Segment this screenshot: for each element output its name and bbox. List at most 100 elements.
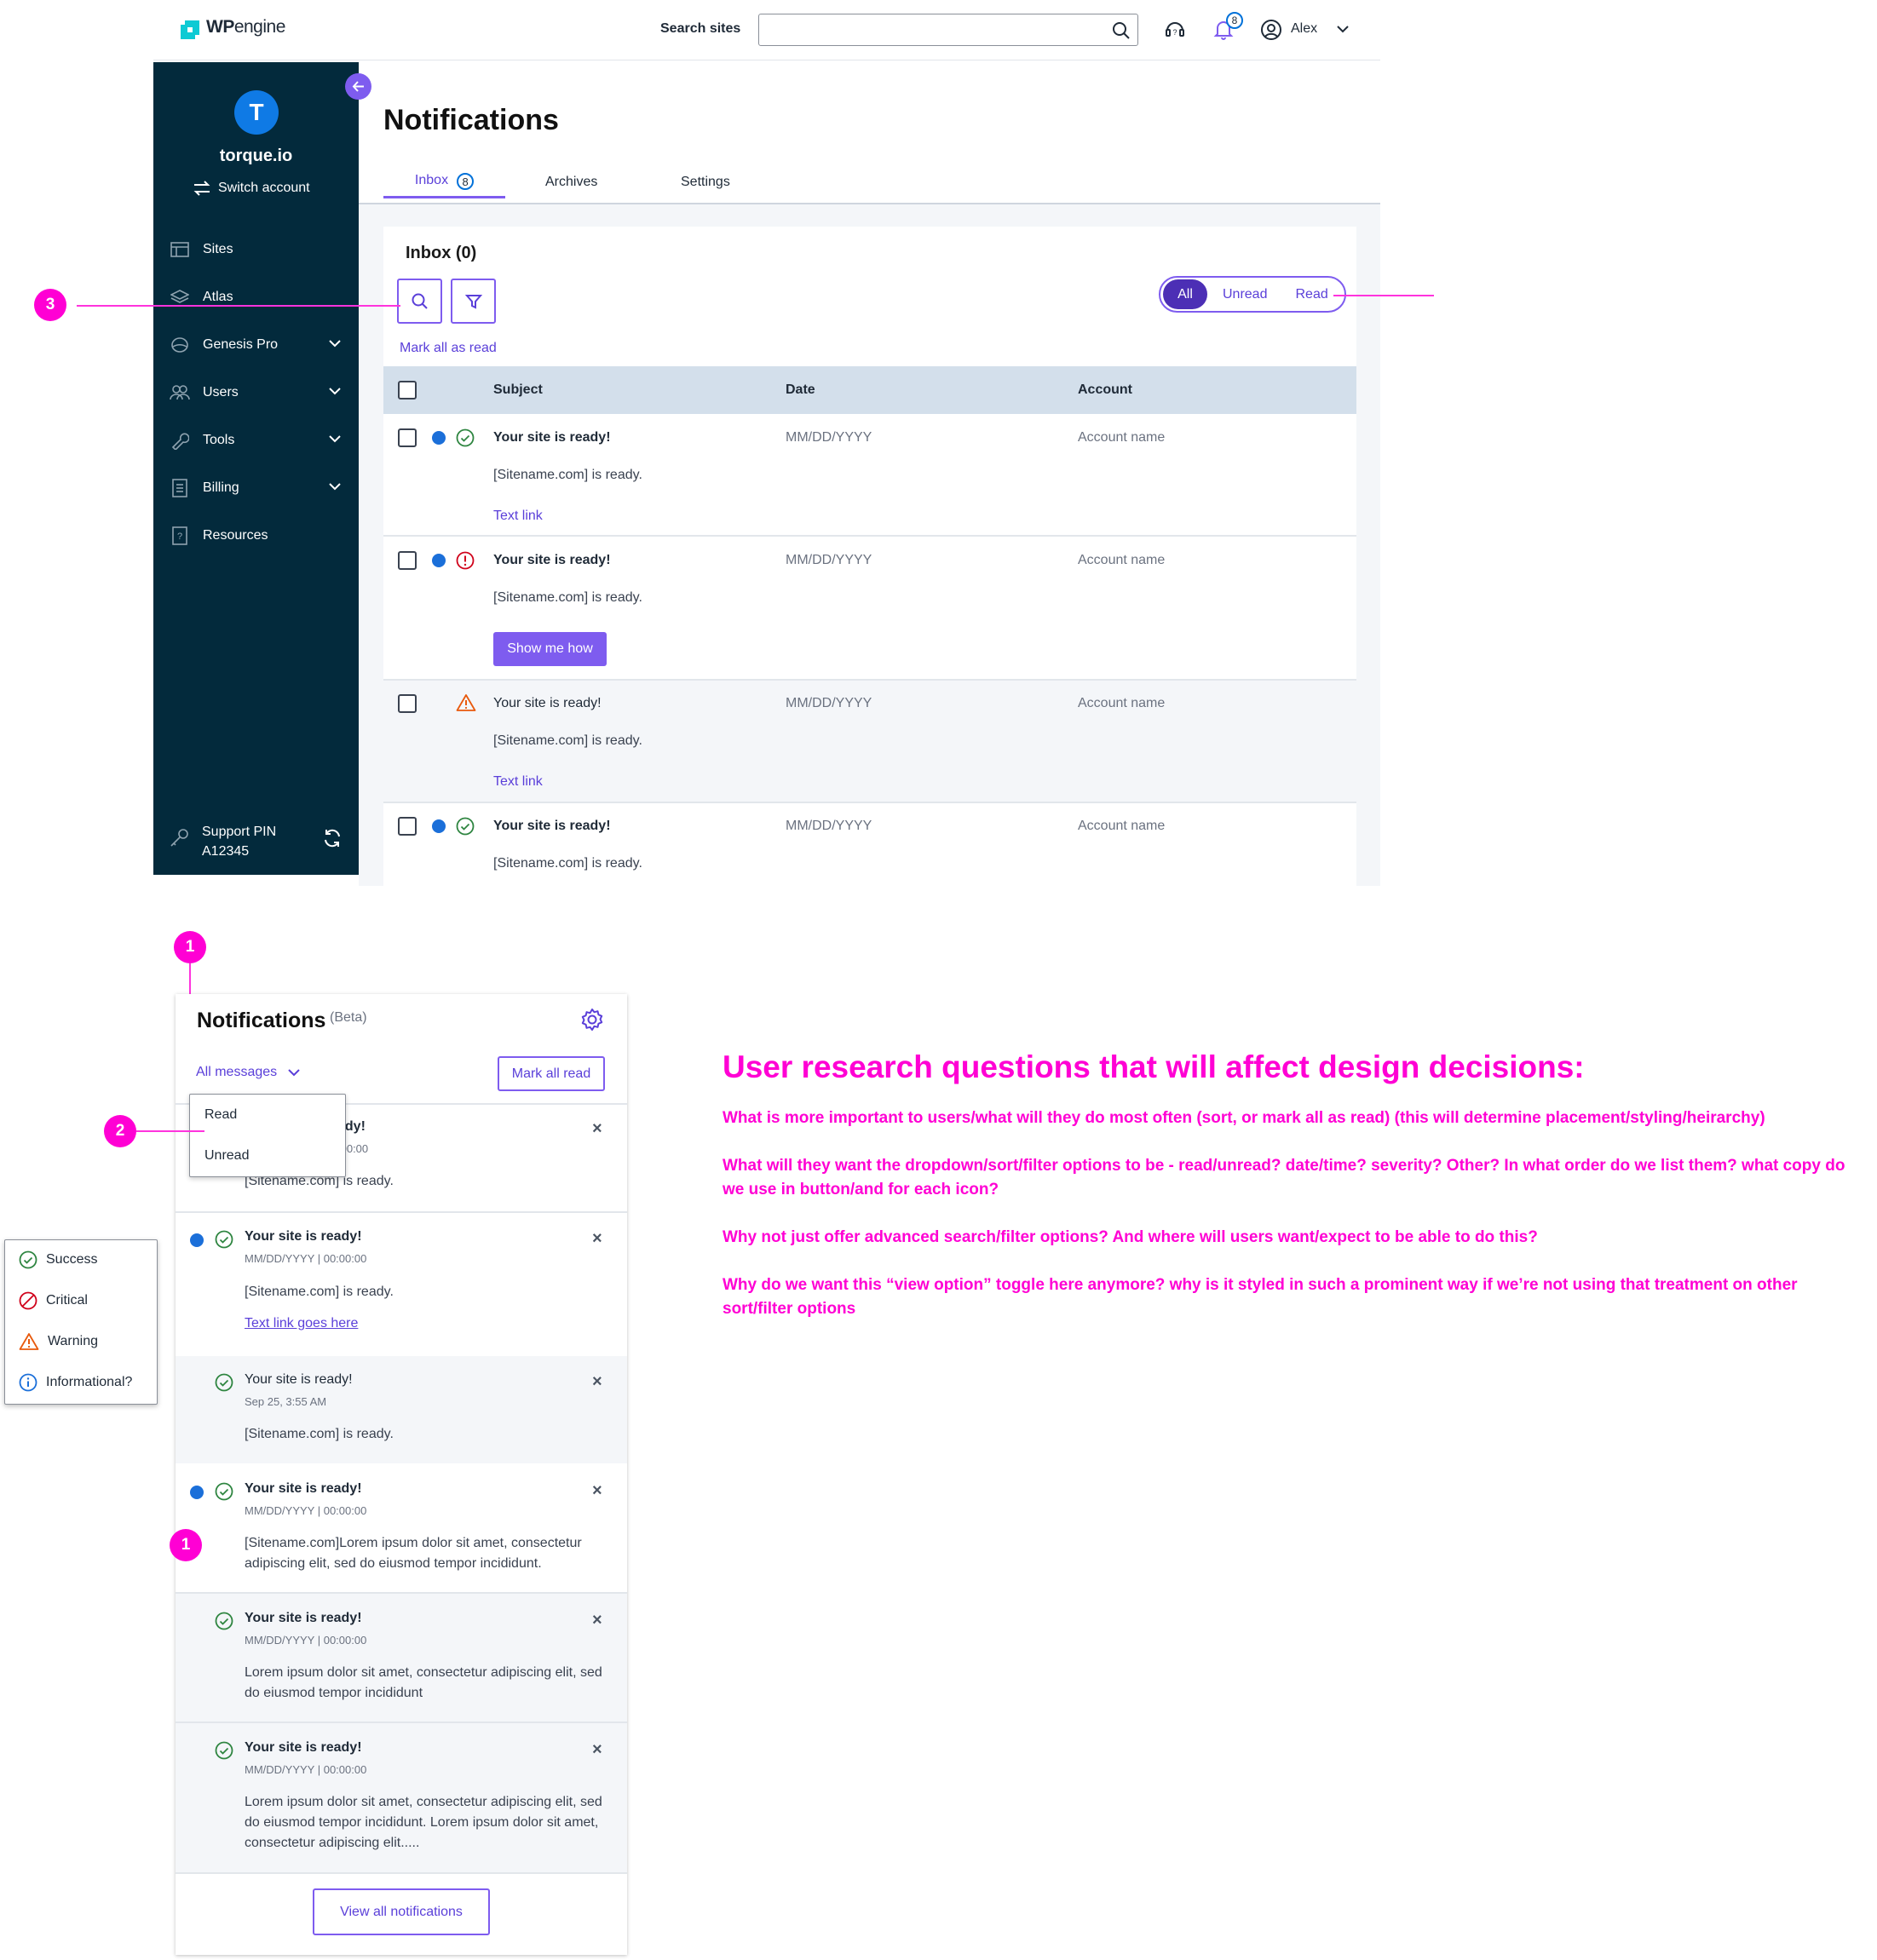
close-icon[interactable]: × [592, 1229, 602, 1249]
row-subject[interactable]: Your site is ready! [493, 430, 611, 445]
item-meta: Sep 25, 3:55 AM [245, 1395, 327, 1408]
row-checkbox[interactable] [398, 817, 417, 836]
toggle-read[interactable]: Read [1295, 279, 1327, 309]
row-account: Account name [1078, 430, 1166, 445]
support-pin-label: Support PIN [202, 825, 277, 839]
sidebar-item-resources[interactable]: ? Resources [153, 519, 359, 553]
dropdown-option-unread[interactable]: Unread [204, 1148, 249, 1164]
row-body: [Sitename.com] is ready. [493, 468, 642, 482]
close-icon[interactable]: × [592, 1372, 602, 1392]
sidebar-item-atlas[interactable]: Atlas [153, 280, 359, 314]
chevron-down-icon[interactable] [328, 338, 342, 348]
item-meta: MM/DD/YYYY | 00:00:00 [245, 1763, 367, 1776]
collapse-sidebar-button[interactable] [345, 73, 371, 100]
toggle-unread[interactable]: Unread [1223, 279, 1267, 309]
item-text-link[interactable]: Text link goes here [245, 1316, 358, 1331]
sidebar-item-users[interactable]: Users [153, 376, 359, 410]
success-icon [215, 1741, 233, 1760]
success-icon [215, 1612, 233, 1630]
toggle-all[interactable]: All [1163, 279, 1207, 309]
show-me-how-button[interactable]: Show me how [493, 632, 607, 666]
row-subject[interactable]: Your site is ready! [493, 696, 602, 711]
refresh-icon[interactable] [322, 828, 343, 848]
mark-all-read-link[interactable]: Mark all as read [400, 341, 497, 356]
critical-icon [19, 1291, 37, 1310]
close-icon[interactable]: × [592, 1740, 602, 1760]
tab-settings[interactable]: Settings [681, 175, 730, 190]
row-subject[interactable]: Your site is ready! [493, 819, 611, 834]
item-body: [Sitename.com] is ready. [245, 1285, 394, 1299]
success-icon [215, 1482, 233, 1501]
dropdown-label: All messages [196, 1065, 278, 1079]
user-avatar-icon[interactable] [1260, 19, 1282, 41]
page-title: Notifications [383, 104, 559, 136]
item-subject[interactable]: Your site is ready! [245, 1740, 362, 1756]
gear-icon[interactable] [579, 1007, 605, 1032]
row-subject[interactable]: Your site is ready! [493, 553, 611, 568]
switch-account-link[interactable]: Switch account [193, 181, 310, 196]
view-all-notifications-button[interactable]: View all notifications [313, 1888, 490, 1935]
search-button[interactable] [397, 279, 442, 324]
svg-text:?: ? [1172, 28, 1177, 37]
chevron-down-icon[interactable] [328, 481, 342, 491]
chevron-down-icon[interactable] [328, 434, 342, 444]
chevron-down-icon[interactable] [328, 386, 342, 396]
wpengine-logo-icon[interactable] [181, 20, 199, 39]
dropdown-option-read[interactable]: Read [204, 1107, 237, 1123]
help-icon[interactable]: ? [1164, 19, 1186, 41]
row-checkbox[interactable] [398, 551, 417, 570]
view-toggle[interactable]: All Unread Read [1159, 276, 1346, 313]
row-divider [383, 802, 1356, 803]
user-name[interactable]: Alex [1291, 21, 1317, 37]
item-subject[interactable]: Your site is ready! [245, 1229, 362, 1244]
sidebar-item-billing[interactable]: Billing [153, 471, 359, 505]
account-name: torque.io [219, 147, 293, 165]
search-input[interactable] [766, 14, 1093, 45]
dropdown-menu: Read Unread [189, 1094, 346, 1177]
unread-dot [190, 1233, 204, 1247]
row-text-link[interactable]: Text link [493, 509, 543, 524]
sidebar-item-genesis-pro[interactable]: Genesis Pro [153, 328, 359, 362]
tab-inbox[interactable]: Inbox 8 [383, 170, 505, 198]
close-icon[interactable]: × [592, 1481, 602, 1501]
severity-legend: Success Critical Warning Informational? [4, 1239, 158, 1405]
chevron-down-icon[interactable] [1336, 24, 1350, 34]
all-messages-dropdown[interactable]: All messages [196, 1065, 301, 1080]
search-icon [412, 293, 428, 309]
search-sites-field[interactable] [758, 14, 1138, 46]
sidebar-item-label: Genesis Pro [203, 337, 279, 352]
filter-button[interactable] [451, 279, 496, 324]
item-meta: MM/DD/YYYY | 00:00:00 [245, 1634, 367, 1647]
item-subject[interactable]: Your site is ready! [245, 1611, 362, 1626]
key-icon [169, 828, 189, 848]
annotation-marker-1: 1 [174, 931, 206, 963]
item-subject[interactable]: Your site is ready! [245, 1372, 353, 1388]
row-checkbox[interactable] [398, 428, 417, 447]
close-icon[interactable]: × [592, 1611, 602, 1630]
sidebar-item-tools[interactable]: Tools [153, 423, 359, 457]
annotation-line [77, 305, 400, 307]
column-header-account[interactable]: Account [1078, 382, 1132, 398]
select-all-checkbox[interactable] [398, 381, 417, 399]
row-checkbox[interactable] [398, 694, 417, 713]
mark-all-read-button[interactable]: Mark all read [498, 1056, 605, 1091]
unread-dot [432, 431, 446, 445]
sidebar-item-sites[interactable]: Sites [153, 233, 359, 267]
column-header-subject[interactable]: Subject [493, 382, 543, 398]
column-header-date[interactable]: Date [786, 382, 815, 398]
arrow-left-icon [352, 81, 364, 92]
row-body: [Sitename.com] is ready. [493, 856, 642, 871]
sidebar-item-label: Users [203, 385, 239, 399]
row-text-link[interactable]: Text link [493, 774, 543, 790]
search-icon[interactable] [1112, 21, 1131, 40]
inbox-title: Inbox (0) [406, 244, 477, 262]
tab-archives[interactable]: Archives [545, 175, 597, 190]
item-subject[interactable]: Your site is ready! [245, 1481, 362, 1497]
unread-dot [432, 554, 446, 567]
notification-count-badge: 8 [1226, 12, 1243, 29]
legend-label: Informational? [46, 1375, 133, 1389]
svg-text:?: ? [177, 532, 182, 542]
legend-label: Success [46, 1252, 98, 1267]
sidebar-item-label: Sites [203, 242, 233, 256]
close-icon[interactable]: × [592, 1119, 602, 1139]
